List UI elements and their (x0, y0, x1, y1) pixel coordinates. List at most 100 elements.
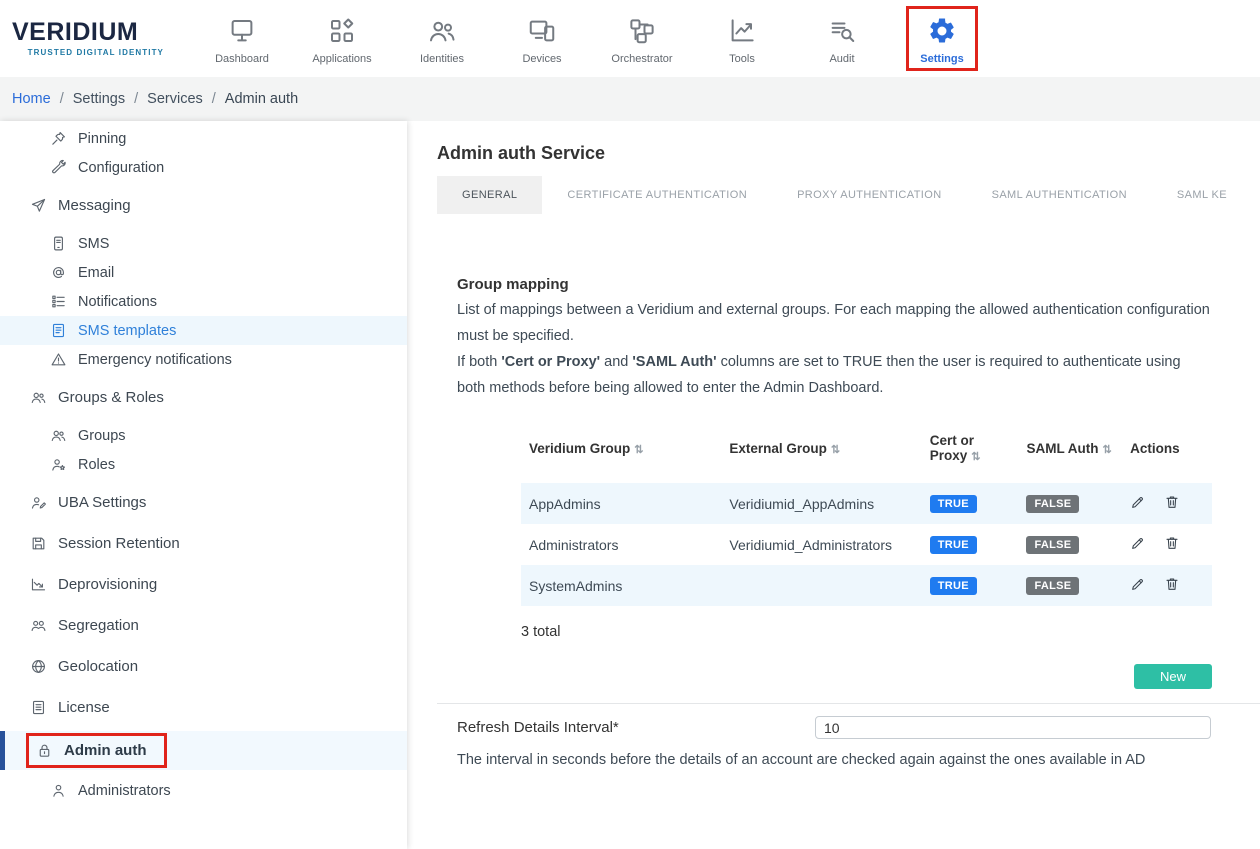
breadcrumb-item-admin-auth: Admin auth (225, 91, 298, 107)
column-header-cert-or-proxy[interactable]: Cert or Proxy⇅ (922, 417, 1019, 483)
nav-item-settings[interactable]: Settings (906, 6, 978, 71)
edit-button[interactable] (1130, 576, 1146, 595)
nav-item-dashboard[interactable]: Dashboard (192, 6, 292, 69)
sidebar-item-deprovisioning[interactable]: Deprovisioning (0, 567, 407, 602)
column-header-saml-auth[interactable]: SAML Auth ⇅ (1018, 417, 1122, 483)
cell-saml-auth: FALSE (1018, 524, 1122, 565)
identities-icon (427, 16, 457, 46)
trash-icon (1164, 539, 1180, 554)
breadcrumb-item-settings[interactable]: Settings (73, 91, 125, 107)
top-navigation: VERIDIUM TRUSTED DIGITAL IDENTITY Dashbo… (0, 0, 1260, 77)
delete-button[interactable] (1164, 535, 1180, 554)
column-header-label: External Group (729, 441, 827, 456)
nav-item-label: Tools (729, 53, 755, 65)
app-root: VERIDIUM TRUSTED DIGITAL IDENTITY Dashbo… (0, 0, 1260, 849)
breadcrumb: Home/Settings/Services/Admin auth (0, 77, 1260, 121)
decline-chart-icon (30, 576, 47, 593)
document-icon (50, 322, 67, 339)
cell-veridium-group: AppAdmins (521, 483, 721, 524)
sidebar-item-session-retention[interactable]: Session Retention (0, 526, 407, 561)
sidebar-item-emergency-notifications[interactable]: Emergency notifications (0, 345, 407, 374)
sidebar-item-notifications[interactable]: Notifications (0, 287, 407, 316)
section-divider (437, 703, 1260, 704)
tab-saml-authentication[interactable]: SAML AUTHENTICATION (967, 176, 1152, 214)
nav-item-label: Settings (920, 53, 963, 65)
brand-tagline: TRUSTED DIGITAL IDENTITY (12, 48, 164, 57)
delete-button[interactable] (1164, 494, 1180, 513)
column-header-veridium-group[interactable]: Veridium Group⇅ (521, 417, 721, 483)
group-mapping-section: Group mapping List of mappings between a… (437, 276, 1260, 689)
sidebar-item-sms-templates[interactable]: SMS templates (0, 316, 407, 345)
cell-saml-auth: FALSE (1018, 483, 1122, 524)
sidebar-item-admin-auth[interactable]: Admin auth (0, 731, 407, 770)
sidebar-item-administrators[interactable]: Administrators (0, 776, 407, 805)
sidebar-item-pinning[interactable]: Pinning (0, 124, 407, 153)
lock-icon (36, 742, 53, 759)
sort-icon[interactable]: ⇅ (831, 444, 840, 456)
sidebar-item-label: Configuration (78, 160, 164, 176)
sidebar-item-label: Email (78, 265, 114, 281)
pin-icon (50, 130, 67, 147)
column-header-external-group[interactable]: External Group ⇅ (721, 417, 921, 483)
nav-item-label: Applications (312, 53, 371, 65)
dashboard-icon (227, 16, 257, 46)
devices-icon (527, 16, 557, 46)
new-mapping-button[interactable]: New (1134, 664, 1212, 689)
nav-item-applications[interactable]: Applications (292, 6, 392, 69)
tab-general[interactable]: GENERAL (437, 176, 542, 214)
cell-cert-or-proxy: TRUE (922, 483, 1019, 524)
nav-item-orchestrator[interactable]: Orchestrator (592, 6, 692, 69)
sidebar-item-roles[interactable]: Roles (0, 450, 407, 479)
nav-item-devices[interactable]: Devices (492, 6, 592, 69)
sidebar-item-email[interactable]: Email (0, 258, 407, 287)
sidebar-item-configuration[interactable]: Configuration (0, 153, 407, 182)
cert-or-proxy-badge: TRUE (930, 495, 977, 513)
breadcrumb-item-home[interactable]: Home (12, 91, 51, 107)
sidebar-item-groups[interactable]: Groups (0, 421, 407, 450)
orchestrator-icon (627, 16, 657, 46)
sort-icon[interactable]: ⇅ (634, 444, 643, 456)
sidebar-item-label: UBA Settings (58, 494, 146, 511)
nav-item-identities[interactable]: Identities (392, 6, 492, 69)
note-text: If both (457, 354, 501, 370)
sidebar-item-groups-roles[interactable]: Groups & Roles (0, 380, 407, 415)
tab-certificate-authentication[interactable]: CERTIFICATE AUTHENTICATION (542, 176, 772, 214)
sidebar-item-license[interactable]: License (0, 690, 407, 725)
breadcrumb-separator: / (212, 91, 216, 107)
sidebar-item-label: License (58, 699, 110, 716)
nav-item-tools[interactable]: Tools (692, 6, 792, 69)
tab-proxy-authentication[interactable]: PROXY AUTHENTICATION (772, 176, 967, 214)
table-row-appadmins: AppAdminsVeridiumid_AppAdminsTRUEFALSE (521, 483, 1212, 524)
notifications-icon (50, 293, 67, 310)
sidebar-item-segregation[interactable]: Segregation (0, 608, 407, 643)
edit-button[interactable] (1130, 535, 1146, 554)
tab-saml-ke[interactable]: SAML KE (1152, 176, 1252, 214)
saml-auth-badge: FALSE (1026, 577, 1079, 595)
sidebar-item-messaging[interactable]: Messaging (0, 188, 407, 223)
sidebar-item-geolocation[interactable]: Geolocation (0, 649, 407, 684)
column-header-label: SAML Auth (1026, 441, 1098, 456)
breadcrumb-item-services[interactable]: Services (147, 91, 203, 107)
brand-name: VERIDIUM (12, 20, 164, 45)
nav-item-audit[interactable]: Audit (792, 6, 892, 69)
refresh-interval-input[interactable] (815, 716, 1211, 739)
cell-veridium-group: Administrators (521, 524, 721, 565)
person-icon (50, 782, 67, 799)
page-body: Pinning Configuration Messaging SMS Email Not… (0, 121, 1260, 849)
edit-button[interactable] (1130, 494, 1146, 513)
sidebar-item-uba-settings[interactable]: UBA Settings (0, 485, 407, 520)
audit-icon (827, 16, 857, 46)
annotation-box: Admin auth (26, 733, 167, 768)
cert-or-proxy-badge: TRUE (930, 536, 977, 554)
sidebar-item-sms[interactable]: SMS (0, 229, 407, 258)
sort-icon[interactable]: ⇅ (971, 451, 980, 463)
veridium-logo[interactable]: VERIDIUM TRUSTED DIGITAL IDENTITY (12, 20, 164, 57)
roles-icon (50, 456, 67, 473)
pencil-icon (1130, 498, 1146, 513)
delete-button[interactable] (1164, 576, 1180, 595)
sidebar-item-label: Messaging (58, 197, 131, 214)
groups-icon (50, 427, 67, 444)
sidebar-item-label: Roles (78, 457, 115, 473)
sort-icon[interactable]: ⇅ (1102, 444, 1111, 456)
warning-icon (50, 351, 67, 368)
